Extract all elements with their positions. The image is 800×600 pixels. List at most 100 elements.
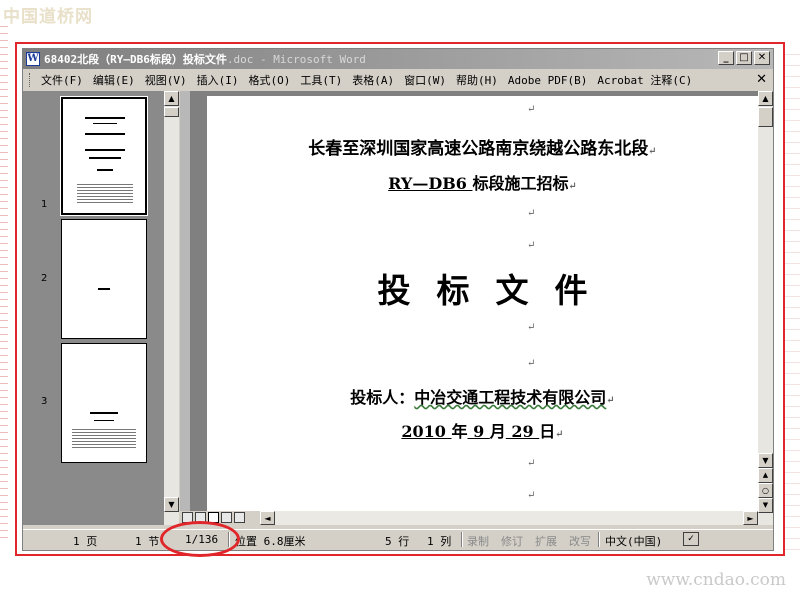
site-logo: 中国道桥网 (3, 7, 93, 27)
date-month-char: 月 (489, 422, 506, 441)
thumbnail-pane: 1 2 3 (23, 91, 178, 525)
thumbnail-scrollbar[interactable]: ▲ ▼ (164, 91, 179, 525)
title-bar[interactable]: W 68402北段（RY—DB6标段）投标文件.doc - Microsoft … (23, 49, 773, 69)
bidder-label: 投标人： (350, 388, 415, 407)
scroll-up-icon[interactable]: ▲ (758, 91, 773, 106)
menu-insert[interactable]: 插入(I) (192, 72, 244, 88)
document-area[interactable]: ↵ 长春至深圳国家高速公路南京绕越公路东北段↵ RY—DB6 标段施工招标↵ ↵… (180, 91, 758, 511)
paragraph-mark: ↵ (527, 358, 536, 369)
scroll-down-icon[interactable]: ▼ (164, 497, 179, 512)
menu-adobe-pdf[interactable]: Adobe PDF(B) (503, 74, 592, 87)
status-line: 5 行 (385, 535, 410, 548)
menu-acrobat-comments[interactable]: Acrobat 注释(C) (592, 72, 697, 88)
menu-window[interactable]: 窗口(W) (399, 72, 451, 88)
document-close-icon[interactable]: ✕ (756, 72, 767, 87)
document-heading-1: 长春至深圳国家高速公路南京绕越公路东北段↵ (207, 134, 758, 159)
status-section: 1 节 (135, 535, 160, 548)
menu-edit[interactable]: 编辑(E) (88, 72, 140, 88)
paragraph-mark: ↵ (527, 458, 536, 469)
minimize-button[interactable]: _ (718, 51, 734, 65)
thumbnail-text-line (85, 117, 125, 119)
horizontal-scrollbar[interactable]: ◄ ► (180, 511, 758, 525)
outline-view-icon[interactable] (221, 512, 232, 523)
status-separator (461, 532, 463, 547)
menu-file[interactable]: 文件(F) (36, 72, 88, 88)
date-day: 29 (505, 422, 540, 441)
toolbar-grip-icon[interactable] (29, 73, 32, 87)
thumbnail-page-number: 3 (41, 396, 48, 407)
word-window: W 68402北段（RY—DB6标段）投标文件.doc - Microsoft … (22, 48, 774, 551)
previous-page-icon[interactable]: ▲ (758, 468, 773, 483)
word-app-icon[interactable]: W (26, 52, 40, 66)
menu-format[interactable]: 格式(O) (244, 72, 296, 88)
menu-help[interactable]: 帮助(H) (451, 72, 503, 88)
menu-view[interactable]: 视图(V) (140, 72, 192, 88)
thumbnail-page-3[interactable] (61, 343, 147, 463)
heading-1-text: 长春至深圳国家高速公路南京绕越公路东北段 (308, 139, 649, 159)
paragraph-mark: ↵ (527, 240, 536, 251)
paragraph-mark: ↵ (606, 395, 615, 406)
status-position: 位置 6.8厘米 (235, 535, 306, 548)
window-controls: _ □ ✕ (718, 51, 770, 65)
paragraph-mark: ↵ (527, 490, 536, 501)
site-url: www.cndao.com (646, 570, 786, 590)
bidder-company: 中冶交通工程技术有限公司 (414, 388, 607, 407)
close-button[interactable]: ✕ (754, 51, 770, 65)
paragraph-mark: ↵ (527, 208, 536, 219)
select-browse-object-icon[interactable]: ○ (758, 483, 773, 498)
date-line: 2010 年 9 月 29 日↵ (207, 418, 758, 442)
thumbnail-text-line (93, 123, 117, 124)
thumbnail-text-line (85, 149, 125, 151)
thumbnail-page-2[interactable] (61, 219, 147, 339)
scrollbar-thumb[interactable] (758, 107, 773, 127)
document-heading-2: RY—DB6 标段施工招标↵ (207, 170, 758, 194)
window-title-rest: .doc - Microsoft Word (226, 53, 366, 66)
horizontal-scroll-track[interactable] (275, 511, 743, 525)
maximize-button[interactable]: □ (736, 51, 752, 65)
scroll-left-icon[interactable]: ◄ (260, 511, 275, 525)
heading-2-text: 标段施工招标 (472, 174, 569, 193)
window-title-main: 68402北段（RY—DB6标段）投标文件 (44, 53, 227, 66)
status-bar: 1 页 1 节 1/136 位置 6.8厘米 5 行 1 列 录制 修订 扩展 … (23, 529, 773, 549)
status-record-macro[interactable]: 录制 (467, 533, 489, 549)
thumbnail-page-number: 2 (41, 273, 48, 284)
document-vertical-scrollbar[interactable]: ▲ ▼ ▲ ○ ▼ (758, 91, 773, 525)
thumbnail-text-block (77, 183, 133, 205)
menu-tools[interactable]: 工具(T) (295, 72, 347, 88)
heading-2-code: RY—DB6 (388, 174, 473, 193)
highlight-ellipse (160, 521, 240, 557)
menu-table[interactable]: 表格(A) (347, 72, 399, 88)
thumbnail-page-number: 1 (41, 199, 48, 210)
paragraph-mark: ↵ (527, 104, 536, 115)
thumbnail-text-line (90, 412, 118, 414)
status-language[interactable]: 中文(中国) (605, 533, 662, 549)
scroll-up-icon[interactable]: ▲ (164, 91, 179, 106)
scrollbar-thumb[interactable] (164, 107, 179, 117)
menu-bar: 文件(F) 编辑(E) 视图(V) 插入(I) 格式(O) 工具(T) 表格(A… (23, 70, 773, 90)
status-column: 1 列 (427, 535, 452, 548)
document-page[interactable]: ↵ 长春至深圳国家高速公路南京绕越公路东北段↵ RY—DB6 标段施工招标↵ ↵… (207, 96, 758, 511)
status-separator (598, 532, 600, 547)
reading-layout-view-icon[interactable] (234, 512, 245, 523)
spelling-check-icon[interactable]: ✓ (683, 532, 699, 546)
status-overtype[interactable]: 改写 (569, 533, 591, 549)
date-day-char: 日 (539, 422, 556, 441)
thumbnail-text-line (94, 420, 114, 421)
status-page: 1 页 (73, 535, 98, 548)
scroll-right-icon[interactable]: ► (743, 511, 758, 525)
paragraph-mark: ↵ (568, 181, 577, 192)
date-year-char: 年 (451, 422, 468, 441)
thumbnail-text-block (72, 428, 136, 450)
document-big-title: 投标文件 (207, 264, 758, 312)
thumbnail-text-line (85, 133, 125, 135)
status-extend-selection[interactable]: 扩展 (535, 533, 557, 549)
scroll-down-icon[interactable]: ▼ (758, 453, 773, 468)
status-track-changes[interactable]: 修订 (501, 533, 523, 549)
next-page-icon[interactable]: ▼ (758, 498, 773, 513)
thumbnail-text-line (98, 288, 110, 290)
thumbnail-page-1[interactable] (60, 96, 148, 216)
vertical-ruler[interactable] (180, 91, 190, 511)
background-strip-left (0, 20, 8, 540)
big-title-text: 投标文件 (377, 271, 614, 310)
paragraph-mark: ↵ (527, 322, 536, 333)
